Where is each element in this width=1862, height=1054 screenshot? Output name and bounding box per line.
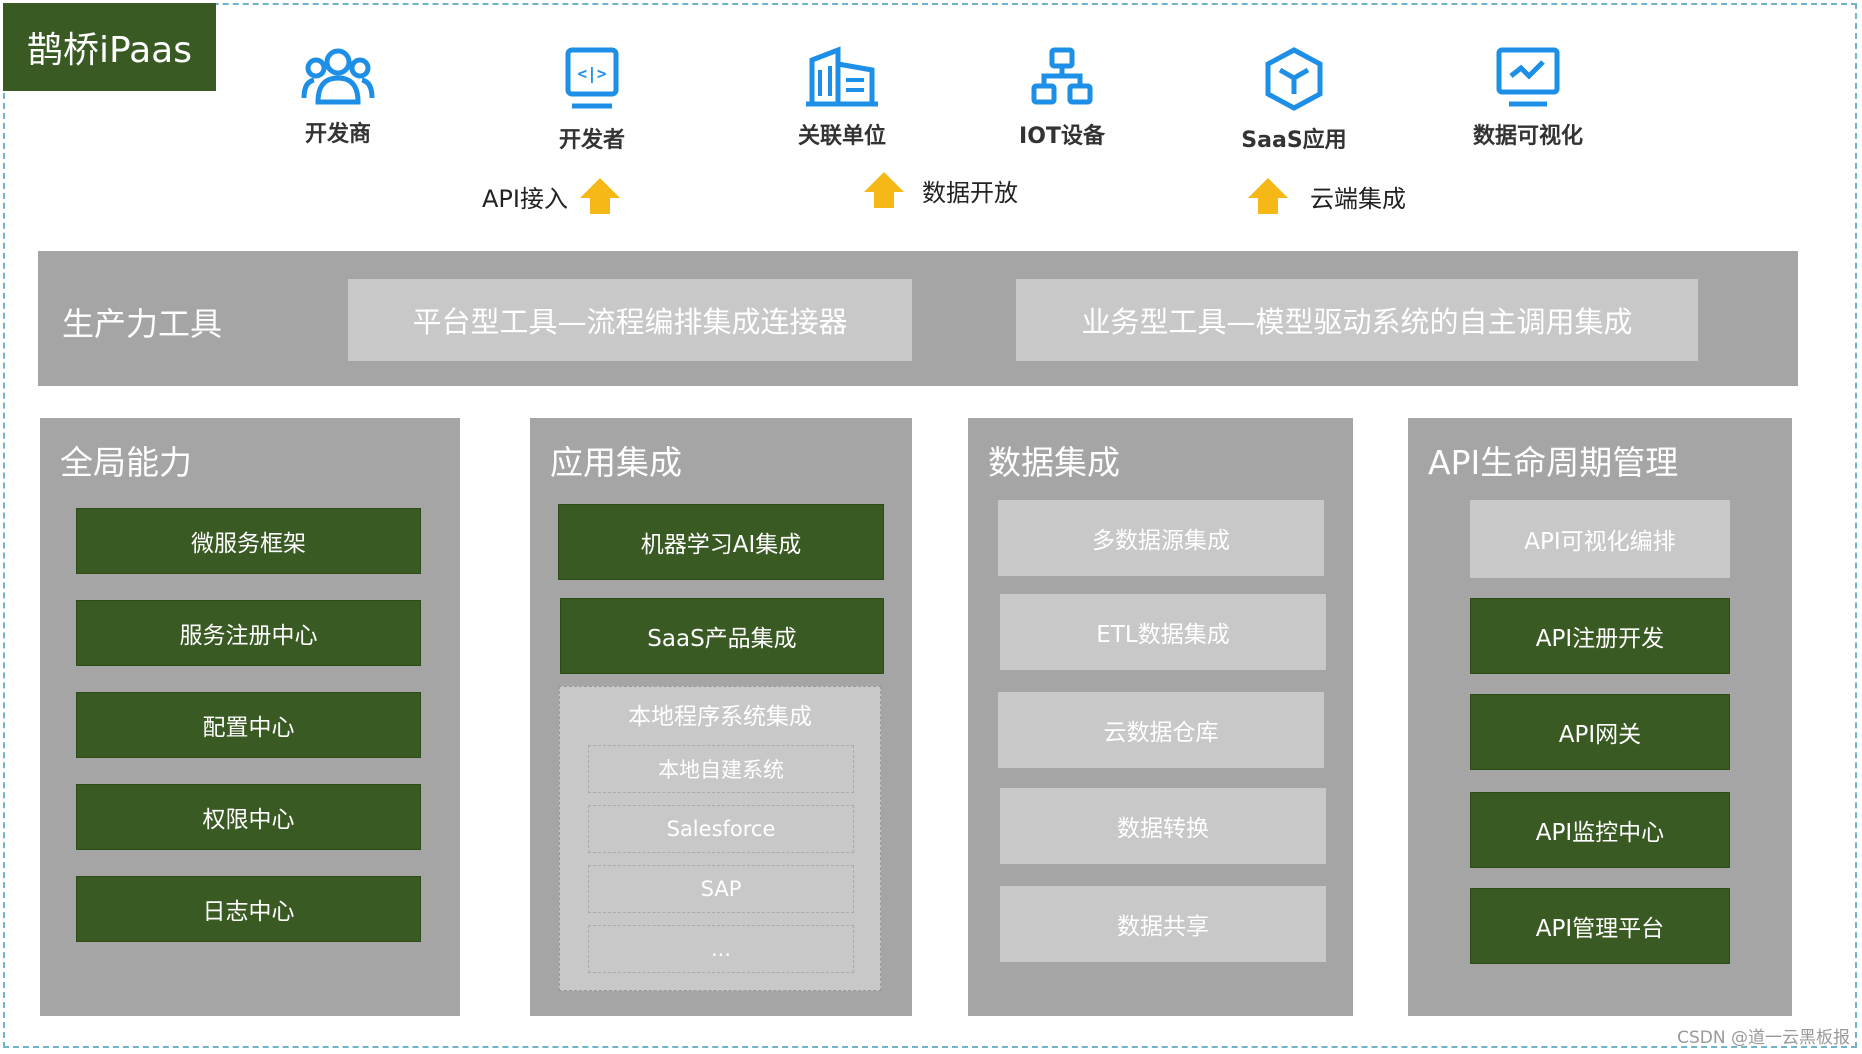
brand-label: 鹊桥iPaas xyxy=(3,3,216,91)
app-item: SaaS产品集成 xyxy=(560,598,884,674)
icon-item-building: 关联单位 xyxy=(762,46,922,150)
api-item: API注册开发 xyxy=(1470,598,1730,674)
data-item: 数据转换 xyxy=(1000,788,1326,864)
platform-tool-box: 平台型工具—流程编排集成连接器 xyxy=(348,279,912,361)
local-system-item: ... xyxy=(588,925,854,973)
business-tool-box: 业务型工具—模型驱动系统的自主调用集成 xyxy=(1016,279,1698,361)
local-system-item: SAP xyxy=(588,865,854,913)
app-integration-panel: 应用集成 机器学习AI集成 SaaS产品集成 本地程序系统集成 本地自建系统 S… xyxy=(530,418,912,1016)
watermark: CSDN @道一云黑板报 xyxy=(1677,1028,1850,1048)
icon-item-iot: IOT设备 xyxy=(982,46,1142,150)
icon-item-visualization: 数据可视化 xyxy=(1448,46,1608,150)
flow-label: 云端集成 xyxy=(1310,184,1406,213)
flow-label: 数据开放 xyxy=(922,178,1018,207)
up-arrow-icon xyxy=(579,178,620,214)
flow-cloud-integration: 云端集成 xyxy=(1246,176,1406,216)
icon-label: 开发商 xyxy=(304,122,371,147)
panel-title: 数据集成 xyxy=(988,443,1120,482)
global-item: 微服务框架 xyxy=(76,508,421,574)
api-item: API网关 xyxy=(1470,694,1730,770)
flow-data-open: 数据开放 xyxy=(862,170,1018,210)
building-icon xyxy=(806,46,878,107)
up-arrow-icon xyxy=(864,172,904,208)
icon-item-developer-org: 开发商 xyxy=(258,46,418,148)
data-item: 多数据源集成 xyxy=(998,500,1324,576)
icon-label: SaaS应用 xyxy=(1241,128,1347,153)
up-arrow-icon xyxy=(1248,178,1288,214)
icon-item-developer: <|> 开发者 xyxy=(512,46,672,154)
data-item: ETL数据集成 xyxy=(1000,594,1326,670)
panel-title: 全局能力 xyxy=(60,443,192,482)
svg-text:<|>: <|> xyxy=(578,64,607,84)
api-item: API管理平台 xyxy=(1470,888,1730,964)
local-system-item: Salesforce xyxy=(588,805,854,853)
network-icon xyxy=(1031,47,1093,105)
icon-item-saas: SaaS应用 xyxy=(1214,46,1374,154)
productivity-tools-bar: 生产力工具 平台型工具—流程编排集成连接器 业务型工具—模型驱动系统的自主调用集… xyxy=(38,251,1798,386)
local-systems-box: 本地程序系统集成 本地自建系统 Salesforce SAP ... xyxy=(559,686,881,991)
api-item: API可视化编排 xyxy=(1470,500,1730,578)
developer-org-icon xyxy=(301,48,375,105)
cube-icon xyxy=(1265,47,1323,111)
global-item: 日志中心 xyxy=(76,876,421,942)
api-item: API监控中心 xyxy=(1470,792,1730,868)
global-capabilities-panel: 全局能力 微服务框架 服务注册中心 配置中心 权限中心 日志中心 xyxy=(40,418,460,1016)
icon-label: IOT设备 xyxy=(1019,124,1105,149)
icon-label: 关联单位 xyxy=(797,124,886,149)
flow-label: API接入 xyxy=(482,184,568,213)
data-item: 数据共享 xyxy=(1000,886,1326,962)
flow-api-access: API接入 xyxy=(482,176,622,216)
icon-label: 数据可视化 xyxy=(1472,124,1583,149)
local-system-item: 本地自建系统 xyxy=(588,745,854,793)
productivity-title: 生产力工具 xyxy=(62,305,223,343)
app-item: 机器学习AI集成 xyxy=(558,504,884,580)
icon-label: 开发者 xyxy=(558,128,625,153)
chart-monitor-icon xyxy=(1496,47,1560,107)
data-integration-panel: 数据集成 多数据源集成 ETL数据集成 云数据仓库 数据转换 数据共享 xyxy=(968,418,1353,1016)
global-item: 配置中心 xyxy=(76,692,421,758)
panel-title: 应用集成 xyxy=(550,443,682,482)
local-systems-title: 本地程序系统集成 xyxy=(628,704,812,730)
developer-icon: <|> xyxy=(565,47,619,109)
global-item: 服务注册中心 xyxy=(76,600,421,666)
api-lifecycle-panel: API生命周期管理 API可视化编排 API注册开发 API网关 API监控中心… xyxy=(1408,418,1792,1016)
data-item: 云数据仓库 xyxy=(998,692,1324,768)
global-item: 权限中心 xyxy=(76,784,421,850)
panel-title: API生命周期管理 xyxy=(1428,443,1679,482)
